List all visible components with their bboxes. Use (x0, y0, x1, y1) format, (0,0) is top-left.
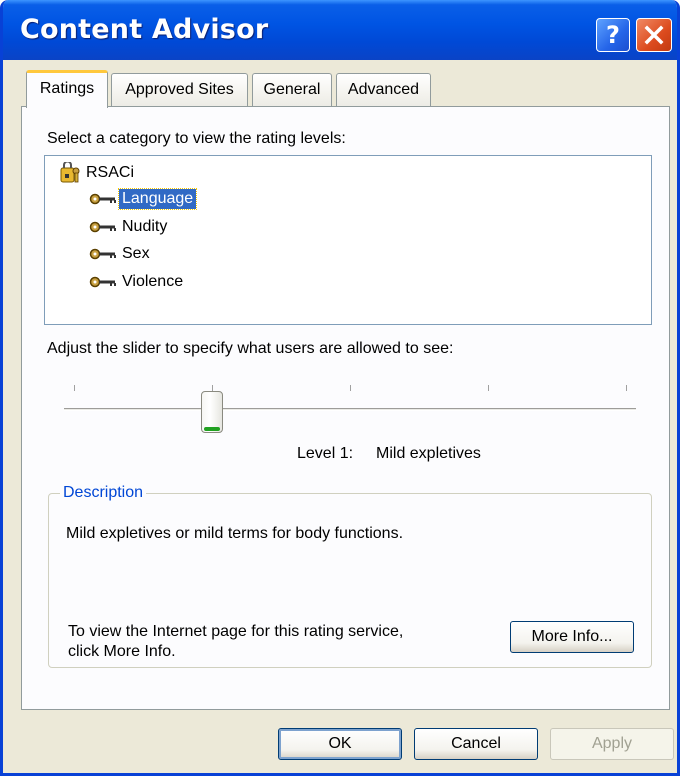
ok-button[interactable]: OK (278, 728, 402, 760)
tree-item-violence[interactable]: Violence (89, 272, 186, 292)
tree-item-label: Violence (122, 273, 184, 290)
tab-general[interactable]: General (252, 73, 332, 107)
cancel-button[interactable]: Cancel (414, 728, 538, 760)
slider-tick (350, 385, 351, 391)
key-icon (89, 248, 116, 260)
category-prompt: Select a category to view the rating lev… (47, 130, 346, 147)
tree-item-nudity[interactable]: Nudity (89, 217, 170, 237)
tab-advanced[interactable]: Advanced (336, 73, 431, 107)
window-title: Content Advisor (20, 14, 269, 45)
description-text: Mild expletives or mild terms for body f… (66, 525, 404, 542)
slider-tick (74, 385, 75, 391)
rating-service-icon (60, 162, 80, 183)
level-slider-thumb[interactable] (201, 391, 223, 433)
key-icon (89, 193, 116, 205)
key-icon (89, 276, 116, 288)
more-info-hint-line2: click More Info. (68, 643, 176, 660)
tree-item-label: Sex (122, 245, 150, 262)
key-icon (89, 221, 116, 233)
help-button[interactable]: ? (596, 18, 630, 52)
description-title: Description (60, 484, 147, 502)
slider-tick (626, 385, 627, 391)
category-tree[interactable]: RSACi Language Nudity Sex Violence (44, 155, 652, 325)
tree-item-sex[interactable]: Sex (89, 244, 153, 264)
tab-approved-sites[interactable]: Approved Sites (111, 73, 248, 107)
tree-item-rsaci[interactable]: RSACi (59, 162, 137, 184)
tree-item-label: Language (117, 188, 198, 210)
slider-tick (488, 385, 489, 391)
more-info-hint-line1: To view the Internet page for this ratin… (68, 623, 404, 640)
close-button[interactable] (636, 18, 672, 52)
tree-item-label: Nudity (122, 218, 168, 235)
close-icon (644, 25, 664, 45)
level-name: Mild expletives (376, 445, 481, 462)
help-icon: ? (606, 21, 620, 49)
slider-prompt: Adjust the slider to specify what users … (47, 340, 454, 357)
title-bar[interactable]: Content Advisor ? (3, 0, 677, 60)
tab-ratings[interactable]: Ratings (26, 70, 108, 108)
level-number: Level 1: (297, 445, 354, 462)
tree-item-language[interactable]: Language (89, 188, 198, 210)
level-slider-track[interactable] (64, 408, 636, 411)
apply-button[interactable]: Apply (550, 728, 674, 760)
tree-item-label: RSACi (86, 164, 135, 181)
more-info-button[interactable]: More Info... (510, 621, 634, 653)
